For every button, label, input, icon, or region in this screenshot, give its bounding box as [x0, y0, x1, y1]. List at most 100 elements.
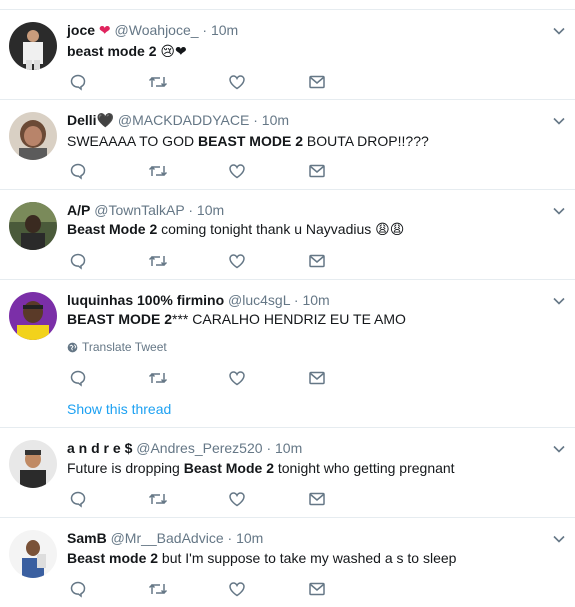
reply-icon[interactable] — [69, 252, 89, 272]
chevron-down-icon[interactable] — [552, 294, 566, 308]
chevron-down-icon[interactable] — [552, 204, 566, 218]
handle[interactable]: @Woahjoce_ — [115, 22, 199, 38]
retweet-icon[interactable] — [148, 73, 168, 93]
timestamp[interactable]: 10m — [211, 22, 238, 38]
translate-tweet-link[interactable]: Translate Tweet — [67, 340, 167, 354]
tweet-header: luquinhas 100% firmino @luc4sgL · 10m — [67, 292, 330, 308]
reply-icon[interactable] — [69, 490, 89, 510]
message-icon[interactable] — [308, 252, 328, 272]
tweet-header: joce ❤ @Woahjoce_ · 10m — [67, 22, 238, 39]
avatar[interactable] — [9, 22, 57, 70]
handle[interactable]: @TownTalkAP — [94, 202, 184, 218]
tweet-text-bold: Beast mode 2 — [67, 550, 159, 566]
tweet-text-bold: Beast Mode 2 — [67, 221, 158, 237]
chevron-down-icon[interactable] — [552, 442, 566, 456]
retweet-icon[interactable] — [148, 252, 168, 272]
reply-icon[interactable] — [69, 580, 89, 600]
timestamp[interactable]: 10m — [302, 292, 329, 308]
timestamp[interactable]: 10m — [275, 440, 302, 456]
retweet-icon[interactable] — [148, 369, 168, 389]
avatar[interactable] — [9, 440, 57, 488]
chevron-down-icon[interactable] — [552, 532, 566, 546]
display-name[interactable]: Delli — [67, 112, 97, 128]
like-icon[interactable] — [228, 73, 248, 93]
tweet-header: A/P @TownTalkAP · 10m — [67, 202, 224, 218]
tweet[interactable]: Delli🖤 @MACKDADDYACE · 10m SWEAAAA TO GO… — [0, 99, 575, 189]
retweet-icon[interactable] — [148, 490, 168, 510]
avatar[interactable] — [9, 202, 57, 250]
tweet-text: Beast mode 2 but I'm suppose to take my … — [67, 550, 456, 566]
display-name[interactable]: SamB — [67, 530, 107, 546]
chevron-down-icon[interactable] — [552, 24, 566, 38]
tweet-text-rest: *** CARALHO HENDRIZ EU TE AMO — [172, 311, 406, 327]
reply-icon[interactable] — [69, 369, 89, 389]
tweet[interactable]: a n d r e $ @Andres_Perez520 · 10m Futur… — [0, 427, 575, 517]
timestamp[interactable]: 10m — [197, 202, 224, 218]
display-name[interactable]: joce — [67, 22, 95, 38]
tweet-text-pre: SWEAAAA TO GOD — [67, 133, 198, 149]
separator: · — [266, 440, 272, 456]
message-icon[interactable] — [308, 580, 328, 600]
tweet[interactable]: joce ❤ @Woahjoce_ · 10m beast mode 2 😢❤ — [0, 9, 575, 99]
display-name[interactable]: luquinhas 100% firmino — [67, 292, 224, 308]
like-icon[interactable] — [228, 369, 248, 389]
handle[interactable]: @Mr__BadAdvice — [111, 530, 224, 546]
tweet-text-bold: BEAST MODE 2 — [197, 133, 303, 149]
avatar[interactable] — [9, 292, 57, 340]
tweet-text-bold: BEAST MODE 2 — [67, 311, 173, 327]
tweet-actions — [67, 252, 367, 272]
timestamp[interactable]: 10m — [236, 530, 263, 546]
reply-icon[interactable] — [69, 162, 89, 182]
like-icon[interactable] — [228, 580, 248, 600]
tweet-text-rest: BOUTA DROP!!??? — [302, 133, 429, 149]
retweet-icon[interactable] — [148, 580, 168, 600]
retweet-icon[interactable] — [148, 162, 168, 182]
avatar[interactable] — [9, 112, 57, 160]
tweet-emoji: 😩😩 — [375, 221, 405, 237]
chevron-down-icon[interactable] — [552, 114, 566, 128]
show-thread-link[interactable]: Show this thread — [67, 401, 171, 417]
like-icon[interactable] — [228, 162, 248, 182]
name-emoji: ❤ — [98, 22, 111, 38]
message-icon[interactable] — [308, 162, 328, 182]
tweet-header: SamB @Mr__BadAdvice · 10m — [67, 530, 263, 546]
display-name[interactable]: a n d r e $ — [67, 440, 132, 456]
handle[interactable]: @MACKDADDYACE — [118, 112, 249, 128]
separator: · — [202, 22, 208, 38]
tweet-header: Delli🖤 @MACKDADDYACE · 10m — [67, 112, 289, 129]
tweet-actions — [67, 369, 367, 389]
handle[interactable]: @Andres_Perez520 — [136, 440, 262, 456]
message-icon[interactable] — [308, 369, 328, 389]
translate-label: Translate Tweet — [82, 340, 167, 354]
tweet-actions — [67, 73, 367, 93]
separator: · — [293, 292, 299, 308]
tweet[interactable]: A/P @TownTalkAP · 10m Beast Mode 2 comin… — [0, 189, 575, 279]
handle[interactable]: @luc4sgL — [228, 292, 290, 308]
avatar[interactable] — [9, 530, 57, 578]
timestamp[interactable]: 10m — [262, 112, 289, 128]
reply-icon[interactable] — [69, 73, 89, 93]
separator: · — [253, 112, 258, 128]
message-icon[interactable] — [308, 73, 328, 93]
tweet-actions — [67, 580, 367, 600]
tweet-text-bold: Beast Mode 2 — [183, 460, 274, 476]
separator: · — [188, 202, 194, 218]
tweet[interactable]: luquinhas 100% firmino @luc4sgL · 10m BE… — [0, 279, 575, 427]
globe-icon — [67, 342, 78, 352]
tweet-text: SWEAAAA TO GOD BEAST MODE 2 BOUTA DROP!!… — [67, 133, 429, 149]
tweet-text-rest: coming tonight thank u Nayvadius — [157, 221, 376, 237]
tweet-actions — [67, 490, 367, 510]
tweet-text: Beast Mode 2 coming tonight thank u Nayv… — [67, 221, 404, 238]
tweet-text: Future is dropping Beast Mode 2 tonight … — [67, 460, 455, 476]
display-name[interactable]: A/P — [67, 202, 90, 218]
tweet-header: a n d r e $ @Andres_Perez520 · 10m — [67, 440, 302, 456]
tweet-actions — [67, 162, 367, 182]
tweet-text: beast mode 2 😢❤ — [67, 43, 187, 60]
like-icon[interactable] — [228, 252, 248, 272]
like-icon[interactable] — [228, 490, 248, 510]
tweet-text-rest: tonight who getting pregnant — [273, 460, 455, 476]
tweet-feed: joce ❤ @Woahjoce_ · 10m beast mode 2 😢❤ — [0, 0, 575, 607]
tweet[interactable]: SamB @Mr__BadAdvice · 10m Beast mode 2 b… — [0, 517, 575, 607]
message-icon[interactable] — [308, 490, 328, 510]
tweet-text-rest: but I'm suppose to take my washed a s to… — [158, 550, 457, 566]
